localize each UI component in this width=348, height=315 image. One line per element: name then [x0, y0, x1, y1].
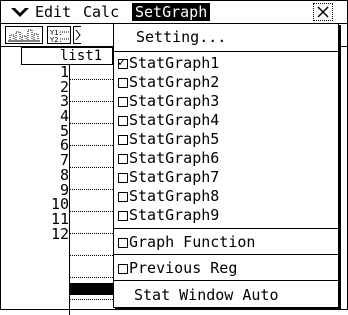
- cell-divider: [69, 101, 113, 102]
- menu-item-previous-reg[interactable]: Previous Reg: [114, 261, 338, 276]
- menu-calc[interactable]: Calc: [83, 3, 119, 21]
- menu-item-statgraph[interactable]: StatGraph4: [114, 113, 338, 128]
- checkbox-icon[interactable]: [118, 78, 128, 88]
- checkbox-icon[interactable]: [118, 264, 128, 274]
- row-number: 5: [59, 121, 69, 140]
- cell-divider: [69, 299, 113, 300]
- checkbox-icon[interactable]: [118, 173, 128, 183]
- row-number: 4: [59, 107, 69, 126]
- menu-item-statgraph[interactable]: StatGraph9: [114, 208, 338, 223]
- menu-item-graph-function[interactable]: Graph Function: [114, 235, 338, 250]
- checkbox-icon[interactable]: [118, 97, 128, 107]
- checkbox-icon[interactable]: [118, 135, 128, 145]
- menu-setgraph[interactable]: SetGraph: [132, 3, 211, 21]
- cell-divider: [69, 145, 113, 146]
- list-editor-icon[interactable]: Y1: Y2:: [47, 26, 71, 44]
- row-number: 8: [59, 165, 69, 184]
- separator: [114, 51, 338, 52]
- checkbox-icon[interactable]: [118, 192, 128, 202]
- checkbox-icon[interactable]: [118, 211, 128, 221]
- checkbox-icon[interactable]: [118, 116, 128, 126]
- menu-item-setting[interactable]: Setting...: [136, 30, 348, 45]
- calculator-screen: Edit Calc SetGraph Y1: Y2: list1 1234567…: [0, 0, 348, 315]
- setgraph-dropdown-menu: Setting... Graph Function Previous Reg S…: [113, 23, 339, 308]
- row-number: 6: [59, 136, 69, 155]
- toolbar-partial-icon[interactable]: [73, 26, 81, 44]
- menu-bar: Edit Calc SetGraph: [1, 1, 347, 24]
- row-number: 12: [50, 224, 69, 243]
- cell-divider: [69, 167, 113, 168]
- list-editor: list1 1 2 3 4 5 6 7 8 9 10 11 12: [1, 47, 113, 315]
- menu-item-statgraph[interactable]: StatGraph5: [114, 132, 338, 147]
- row-number: 3: [59, 92, 69, 111]
- menu-item-statgraph[interactable]: StatGraph7: [114, 170, 338, 185]
- menu-item-statgraph[interactable]: StatGraph2: [114, 75, 338, 90]
- separator: [114, 280, 338, 281]
- cell-divider: [69, 277, 113, 278]
- cell-divider: [69, 211, 113, 212]
- menu-item-statgraph[interactable]: StatGraph3: [114, 94, 338, 109]
- menu-edit[interactable]: Edit: [35, 3, 71, 21]
- cell-divider: [69, 123, 113, 124]
- row-number: 1: [59, 63, 69, 81]
- checked-checkbox-icon[interactable]: [118, 55, 128, 69]
- separator: [114, 228, 338, 229]
- svg-text:Y2:: Y2:: [50, 36, 63, 44]
- cell-divider: [69, 189, 113, 190]
- menu-item-stat-window-auto[interactable]: Stat Window Auto: [134, 288, 348, 303]
- row-number: 7: [59, 151, 69, 170]
- checkbox-icon[interactable]: [118, 154, 128, 164]
- row-numbers: 1 2 3 4 5 6 7 8 9 10 11 12: [1, 65, 70, 315]
- cell-divider: [69, 255, 113, 256]
- row-number: 2: [59, 77, 69, 96]
- checkbox-icon[interactable]: [118, 238, 128, 248]
- separator: [114, 254, 338, 255]
- cell-divider: [69, 233, 113, 234]
- menu-item-statgraph[interactable]: StatGraph6: [114, 151, 338, 166]
- stat-graph-icon[interactable]: [5, 26, 43, 44]
- main-menu-chevron-icon[interactable]: [9, 3, 31, 21]
- selected-cell[interactable]: [69, 283, 113, 295]
- menu-item-statgraph[interactable]: StatGraph8: [114, 189, 338, 204]
- close-icon[interactable]: [313, 3, 333, 21]
- menu-item-statgraph[interactable]: StatGraph1: [114, 55, 338, 71]
- cell-divider: [69, 79, 113, 80]
